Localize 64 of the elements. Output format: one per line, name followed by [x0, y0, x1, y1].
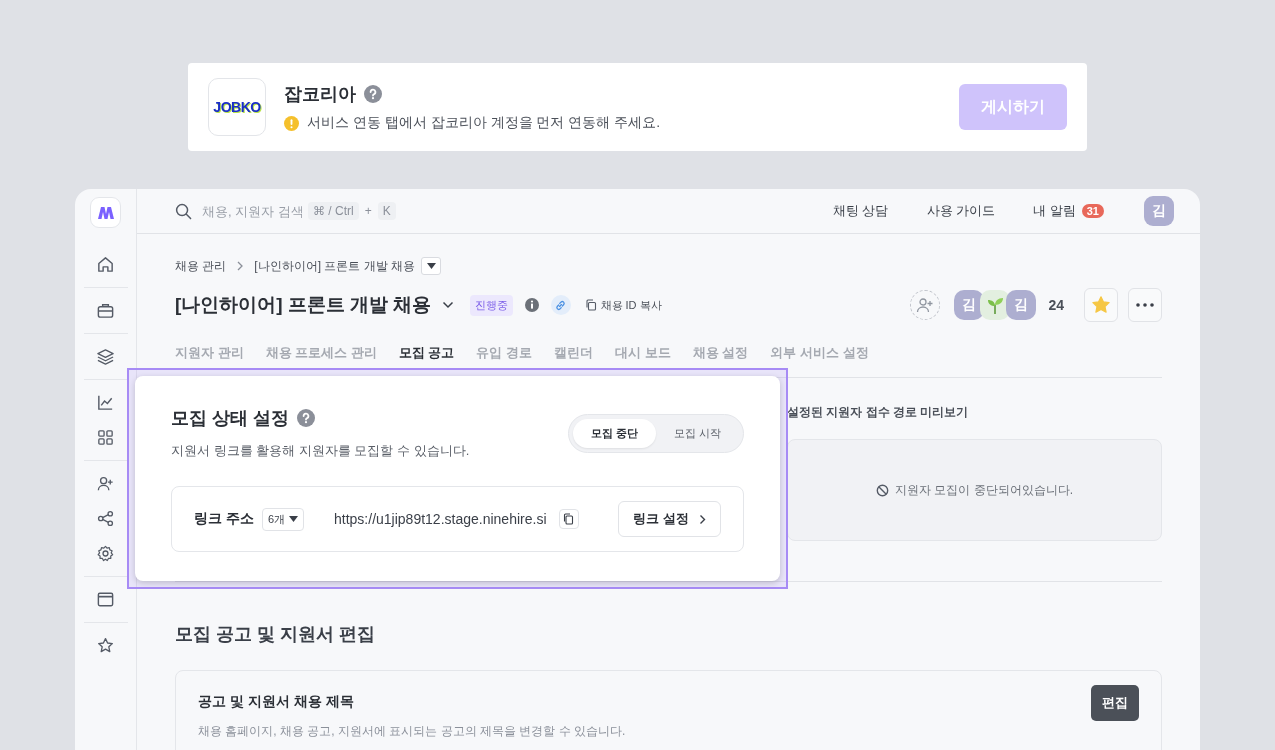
- more-icon: [1136, 303, 1154, 307]
- link-count-dropdown[interactable]: 6개: [261, 507, 304, 531]
- link-url: https://u1jip89t12.stage.ninehire.si: [334, 511, 547, 527]
- jobko-logo: JOBKO: [208, 78, 266, 136]
- link-label: 링크 주소: [194, 510, 254, 528]
- shortcut-key: K: [377, 202, 396, 220]
- preview-message: 지원자 모집이 중단되어있습니다.: [895, 481, 1073, 499]
- status-badge: 진행중: [469, 294, 513, 316]
- chart-icon[interactable]: [96, 393, 115, 412]
- briefcase-icon[interactable]: [96, 301, 115, 320]
- copy-icon: [563, 513, 574, 525]
- section-title: 모집 공고 및 지원서 편집: [175, 623, 376, 646]
- warning-icon: [284, 115, 299, 131]
- job-title: [나인하이어] 프론트 개발 채용: [175, 293, 432, 317]
- settings-icon[interactable]: [96, 544, 115, 563]
- setting-title: 공고 및 지원서 채용 제목: [198, 693, 355, 711]
- share-icon[interactable]: [96, 509, 115, 528]
- notice-text: 서비스 연동 탭에서 잡코리아 계정을 먼저 연동해 주세요.: [307, 114, 661, 132]
- copy-id-link[interactable]: 채용 ID 복사: [584, 297, 662, 313]
- notification-count: 31: [1081, 204, 1104, 218]
- setting-description: 채용 홈페이지, 채용 공고, 지원서에 표시되는 공고의 제목을 변경할 수 있습니다.: [198, 723, 627, 740]
- header-link[interactable]: 채팅 상담: [832, 202, 889, 220]
- member-avatar: 김: [1006, 290, 1037, 320]
- link-icon: [554, 298, 567, 312]
- breadcrumb-link[interactable]: 채용 관리: [175, 257, 227, 275]
- add-user-icon: [916, 297, 935, 313]
- home-icon[interactable]: [96, 255, 115, 274]
- copy-icon: [584, 299, 597, 311]
- shortcut-key: ⌘ / Ctrl: [308, 202, 359, 220]
- info-icon[interactable]: [522, 296, 541, 314]
- add-user-icon[interactable]: [96, 474, 115, 493]
- caret-icon: [289, 516, 298, 522]
- card-title: 모집 상태 설정: [171, 407, 289, 430]
- help-icon[interactable]: [364, 85, 382, 103]
- chevron-right-icon: [236, 261, 245, 271]
- notifications-link[interactable]: 내 알림: [1033, 202, 1076, 220]
- shortcut-plus: +: [364, 204, 372, 218]
- help-icon[interactable]: [297, 409, 315, 427]
- link-settings-button[interactable]: 링크 설정: [618, 501, 721, 537]
- link-button[interactable]: [550, 295, 571, 315]
- service-name: 잡코리아: [284, 83, 356, 106]
- header-link[interactable]: 사용 가이드: [926, 202, 996, 220]
- caret-icon: [426, 263, 436, 269]
- star-icon: [1091, 295, 1111, 315]
- chevron-right-icon: [699, 513, 706, 525]
- toggle-option[interactable]: 모집 시작: [655, 419, 739, 448]
- preview-title: 설정된 지원자 접수 경로 미리보기: [787, 404, 970, 421]
- more-button[interactable]: [1128, 288, 1162, 322]
- toggle-option[interactable]: 모집 중단: [572, 419, 656, 448]
- grid-icon[interactable]: [96, 428, 115, 447]
- member-count: 24: [1048, 297, 1064, 313]
- dropdown-button[interactable]: [421, 257, 441, 275]
- search-icon: [175, 202, 192, 220]
- card-description: 지원서 링크를 활용해 지원자를 모집할 수 있습니다.: [171, 442, 470, 460]
- window-icon[interactable]: [96, 590, 115, 609]
- copy-button[interactable]: [558, 509, 579, 529]
- edit-button[interactable]: 편집: [1091, 685, 1139, 721]
- chevron-down-icon[interactable]: [441, 301, 454, 309]
- layers-icon[interactable]: [96, 347, 115, 366]
- blocked-icon: [876, 483, 889, 497]
- search-field[interactable]: 채용, 지원자 검색: [175, 202, 302, 220]
- breadcrumb-current: [나인하이어] 프론트 개발 채용: [254, 257, 415, 275]
- star-icon[interactable]: [96, 636, 115, 655]
- app-logo[interactable]: [90, 197, 121, 228]
